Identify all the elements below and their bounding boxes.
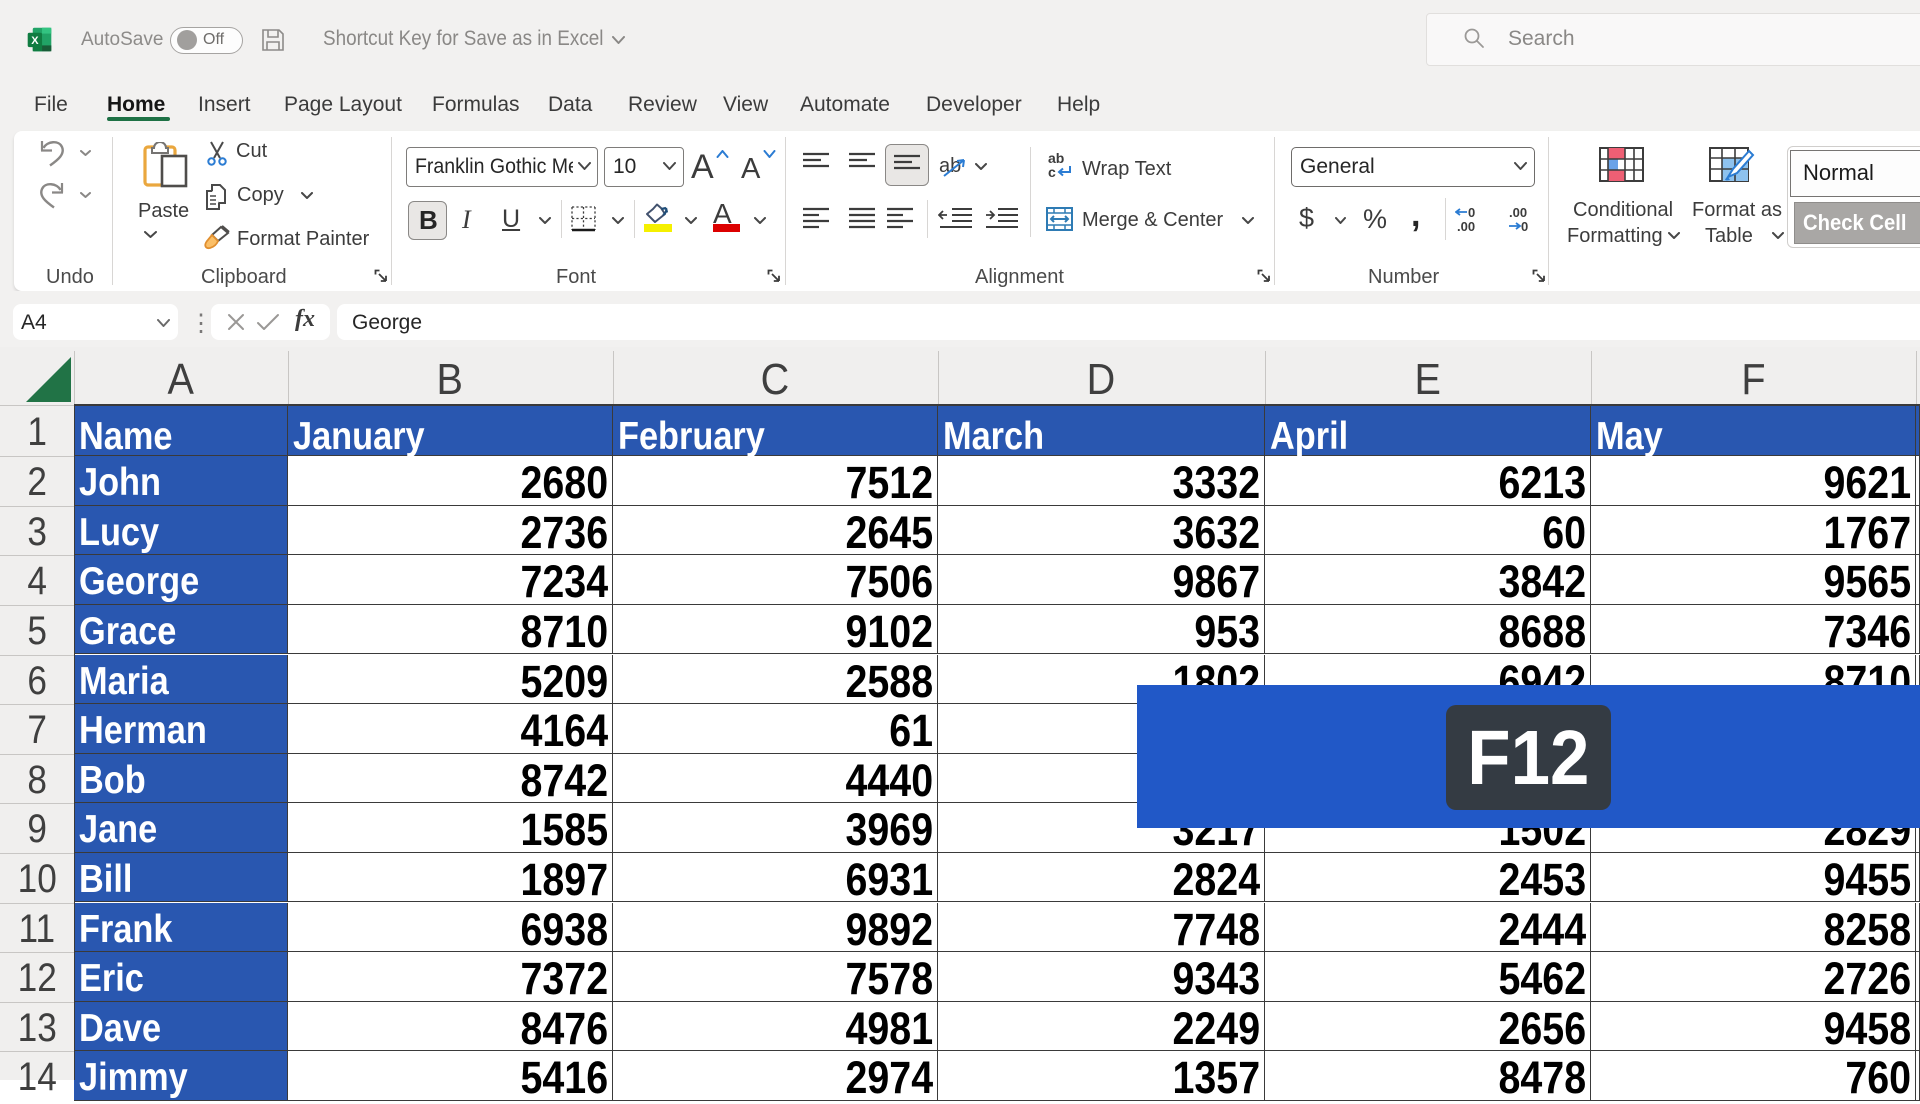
svg-text:.00: .00	[1509, 205, 1527, 220]
svg-text:c: c	[1048, 164, 1056, 180]
svg-text:0: 0	[1468, 205, 1475, 220]
svg-text:X: X	[31, 35, 39, 47]
svg-text:0: 0	[1521, 219, 1528, 234]
svg-text:.00: .00	[1457, 219, 1475, 234]
